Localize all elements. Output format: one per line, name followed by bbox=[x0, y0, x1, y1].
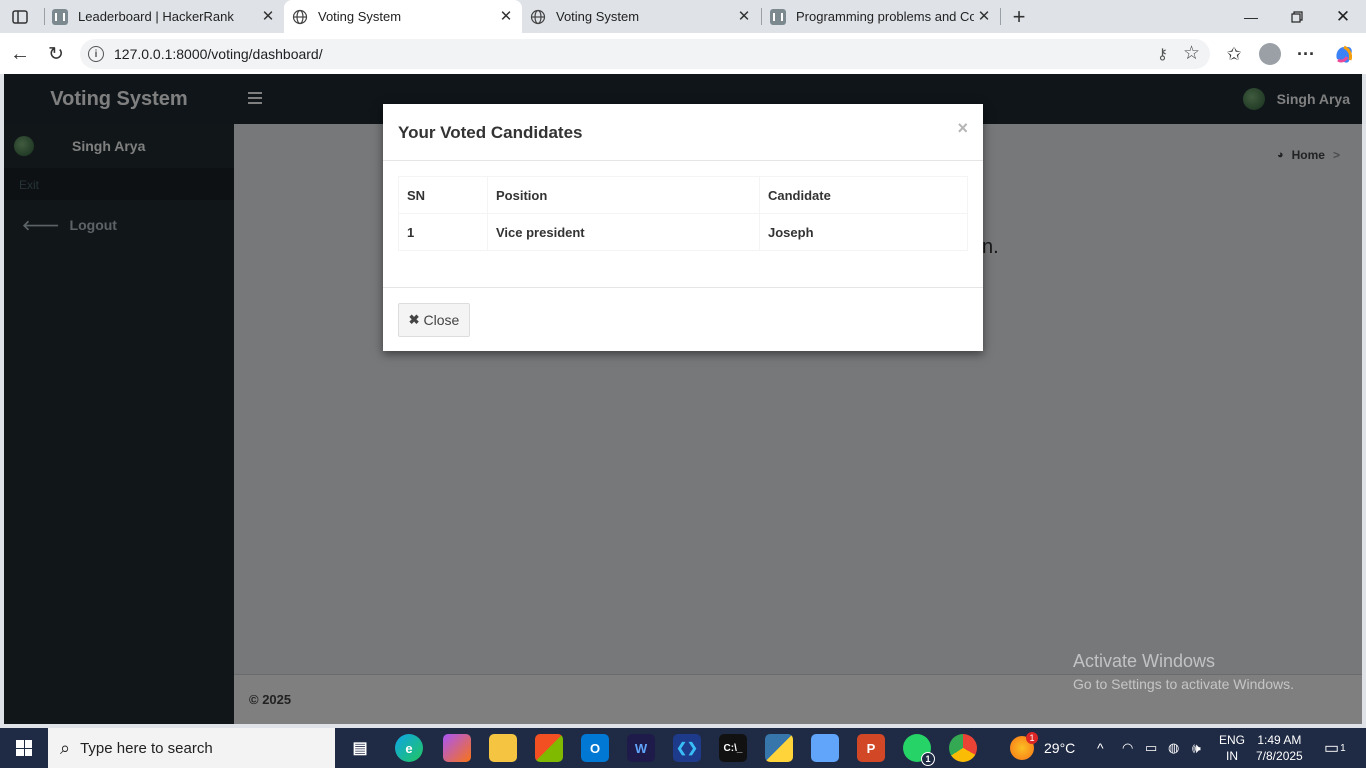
modal-body: SN Position Candidate 1 Vice president J… bbox=[383, 161, 983, 287]
tab-programming-problems[interactable]: Programming problems and Com ✕ bbox=[762, 0, 1000, 33]
whatsapp-badge: 1 bbox=[921, 752, 935, 766]
browser-toolbar: ← ↻ i 127.0.0.1:8000/voting/dashboard/ ⚷… bbox=[0, 33, 1366, 74]
language-label: ENG bbox=[1219, 733, 1246, 747]
url-text[interactable]: 127.0.0.1:8000/voting/dashboard/ bbox=[114, 46, 323, 62]
column-header-candidate: Candidate bbox=[759, 176, 968, 214]
search-placeholder: Type here to search bbox=[80, 739, 213, 757]
volume-icon[interactable]: 🕪 bbox=[1192, 728, 1201, 768]
language-indicator[interactable]: ENG IN bbox=[1219, 728, 1245, 768]
vscode-icon[interactable]: ❮❯ bbox=[673, 734, 701, 762]
cell-position: Vice president bbox=[487, 213, 760, 251]
address-bar[interactable]: i 127.0.0.1:8000/voting/dashboard/ ⚷ ☆ bbox=[80, 39, 1210, 69]
clock-time: 1:49 AM bbox=[1257, 733, 1302, 747]
tab-actions-icon[interactable] bbox=[0, 0, 40, 33]
python-installer-icon[interactable] bbox=[811, 734, 839, 762]
outlook-icon[interactable]: O bbox=[581, 734, 609, 762]
close-button-label: Close bbox=[423, 312, 460, 328]
search-icon: ⌕ bbox=[60, 737, 71, 758]
clock-date: 7/8/2025 bbox=[1256, 749, 1303, 763]
table-header-row: SN Position Candidate bbox=[398, 176, 968, 214]
tab-title: Programming problems and Com bbox=[796, 9, 974, 24]
refresh-icon[interactable]: ↻ bbox=[42, 40, 70, 68]
cell-sn: 1 bbox=[398, 213, 488, 251]
minimize-icon[interactable]: — bbox=[1228, 0, 1274, 33]
tab-title: Leaderboard | HackerRank bbox=[78, 9, 234, 24]
browser-tab-bar: Leaderboard | HackerRank ✕ Voting System… bbox=[0, 0, 1366, 33]
cell-candidate: Joseph bbox=[759, 213, 968, 251]
weather-badge: 1 bbox=[1026, 732, 1038, 744]
windows-taskbar: ⌕ Type here to search ▤ e O W ❮❯ C:\_ P … bbox=[0, 728, 1366, 768]
powerpoint-icon[interactable]: P bbox=[857, 734, 885, 762]
table-row: 1 Vice president Joseph bbox=[398, 213, 968, 251]
notification-center-icon[interactable]: ▭ 1 bbox=[1324, 728, 1346, 768]
new-tab-icon[interactable]: + bbox=[1006, 4, 1032, 30]
show-hidden-icons-icon[interactable]: ^ bbox=[1097, 728, 1104, 768]
terminal-icon[interactable]: C:\_ bbox=[719, 734, 747, 762]
hackerrank-icon bbox=[52, 8, 68, 25]
voted-candidates-table: SN Position Candidate 1 Vice president J… bbox=[398, 176, 968, 251]
tab-divider bbox=[1000, 8, 1001, 25]
copilot-app-icon[interactable] bbox=[443, 734, 471, 762]
favorite-star-icon[interactable]: ☆ bbox=[1183, 42, 1200, 65]
tab-title: Voting System bbox=[556, 9, 640, 24]
file-explorer-icon[interactable] bbox=[489, 734, 517, 762]
watermark-title: Activate Windows bbox=[1073, 651, 1216, 671]
modal-header: Your Voted Candidates × bbox=[383, 104, 983, 161]
close-icon[interactable]: ✕ bbox=[976, 8, 992, 25]
taskbar-search-input[interactable]: ⌕ Type here to search bbox=[48, 728, 335, 768]
tab-leaderboard[interactable]: Leaderboard | HackerRank ✕ bbox=[44, 0, 284, 33]
window-close-icon[interactable]: ✕ bbox=[1320, 0, 1366, 33]
clock[interactable]: 1:49 AM 7/8/2025 bbox=[1256, 728, 1303, 768]
temperature: 29°C bbox=[1044, 740, 1076, 756]
close-button[interactable]: ✖ Close bbox=[398, 303, 470, 337]
voted-candidates-modal: Your Voted Candidates × SN Position Cand… bbox=[383, 104, 983, 351]
tab-voting-system[interactable]: Voting System ✕ bbox=[522, 0, 760, 33]
weather-icon: 1 bbox=[1010, 732, 1038, 760]
hackerrank-icon bbox=[770, 8, 786, 25]
globe-icon bbox=[530, 9, 546, 24]
globe-icon bbox=[292, 9, 308, 24]
watermark-subtitle: Go to Settings to activate Windows. bbox=[1073, 676, 1294, 692]
network-icon[interactable]: ◠ bbox=[1122, 728, 1133, 768]
microsoft-store-icon[interactable] bbox=[535, 734, 563, 762]
weather-widget[interactable]: 1 29°C bbox=[1010, 728, 1075, 768]
chrome-icon[interactable] bbox=[949, 734, 977, 762]
favorites-icon[interactable]: ✩ bbox=[1220, 40, 1248, 68]
restore-icon[interactable] bbox=[1274, 0, 1320, 33]
key-icon[interactable]: ⚷ bbox=[1157, 45, 1168, 63]
close-icon[interactable]: ✕ bbox=[736, 8, 752, 25]
task-view-icon[interactable]: ▤ bbox=[346, 734, 374, 762]
column-header-sn: SN bbox=[398, 176, 488, 214]
info-icon[interactable]: i bbox=[88, 46, 104, 62]
modal-footer: ✖ Close bbox=[383, 287, 983, 351]
close-icon[interactable]: × bbox=[957, 118, 968, 139]
notification-count: 1 bbox=[1340, 742, 1346, 754]
modal-title: Your Voted Candidates bbox=[398, 123, 583, 142]
close-icon[interactable]: ✕ bbox=[498, 8, 514, 25]
close-icon[interactable]: ✕ bbox=[260, 8, 276, 25]
region-label: IN bbox=[1226, 749, 1238, 763]
windows-start-icon[interactable] bbox=[0, 728, 48, 768]
tab-title: Voting System bbox=[318, 9, 402, 24]
profile-icon[interactable] bbox=[1256, 40, 1284, 68]
close-icon: ✖ bbox=[408, 312, 420, 327]
meet-now-icon[interactable]: ◍ bbox=[1168, 728, 1179, 768]
more-options-icon[interactable]: ··· bbox=[1292, 40, 1320, 68]
python-icon[interactable] bbox=[765, 734, 793, 762]
column-header-position: Position bbox=[487, 176, 760, 214]
edge-icon[interactable]: e bbox=[395, 734, 423, 762]
whatsapp-icon[interactable]: 1 bbox=[903, 734, 935, 766]
tab-voting-system-active[interactable]: Voting System ✕ bbox=[284, 0, 522, 33]
copilot-icon[interactable] bbox=[1330, 40, 1358, 68]
activate-windows-watermark: Activate Windows Go to Settings to activ… bbox=[1073, 651, 1294, 692]
web-page: Voting System Singh Arya Singh Arya Exit… bbox=[4, 74, 1362, 724]
battery-icon[interactable]: ▭ bbox=[1145, 728, 1157, 768]
back-icon[interactable]: ← bbox=[6, 40, 34, 68]
webex-icon[interactable]: W bbox=[627, 734, 655, 762]
